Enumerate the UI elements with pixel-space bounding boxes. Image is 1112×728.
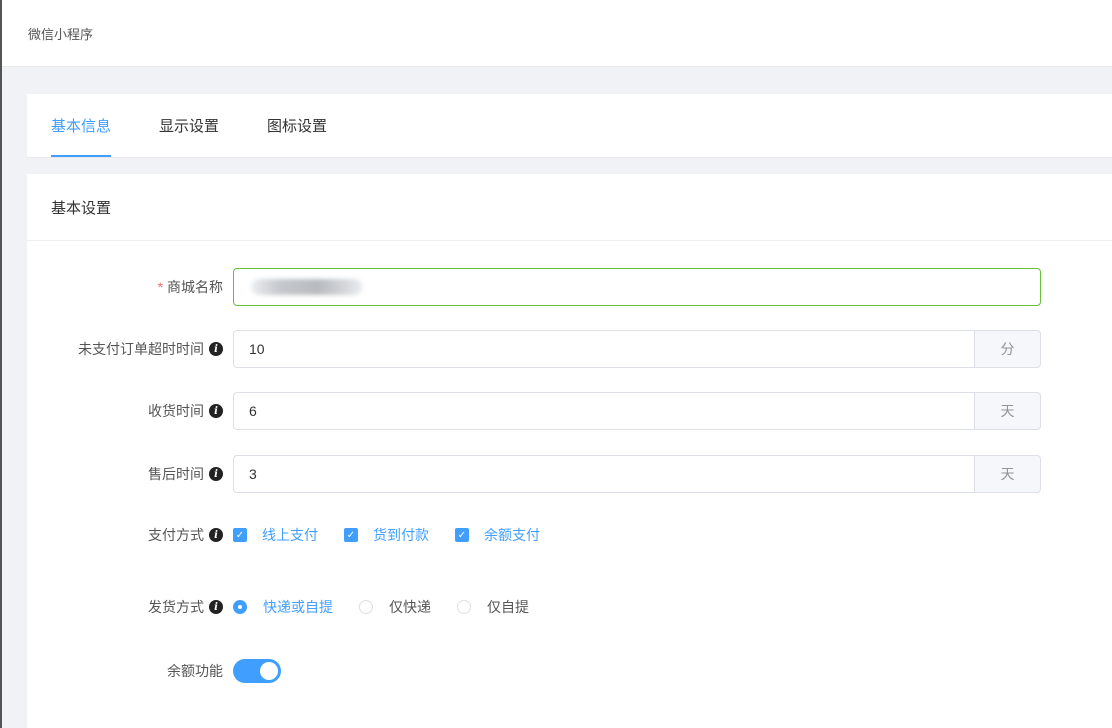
radio-label: 快递或自提	[263, 599, 333, 615]
info-icon[interactable]: i	[209, 528, 223, 542]
store-name-label: * 商城名称	[27, 277, 231, 297]
payment-method-label-text: 支付方式	[148, 527, 204, 543]
checkbox-label: 货到付款	[373, 527, 429, 543]
payment-method-row: 支付方式 i ✓ 线上支付 ✓ 货到付款 ✓ 余额支付	[27, 516, 1112, 554]
breadcrumb: 微信小程序	[2, 0, 1112, 67]
info-icon[interactable]: i	[209, 467, 223, 481]
payment-cod-checkbox[interactable]: ✓ 货到付款	[344, 525, 429, 545]
redacted-store-name	[251, 279, 363, 295]
checkbox-label: 余额支付	[484, 527, 540, 543]
info-icon[interactable]: i	[209, 342, 223, 356]
unit-suffix: 分	[975, 330, 1041, 368]
checkbox-label: 线上支付	[262, 527, 318, 543]
store-name-row: * 商城名称	[27, 268, 1112, 306]
unpaid-timeout-label: 未支付订单超时时间 i	[27, 339, 231, 359]
unit-suffix: 天	[975, 392, 1041, 430]
radio-label: 仅自提	[487, 599, 529, 615]
delivery-pickup-only-radio[interactable]: 仅自提	[457, 597, 529, 617]
balance-feature-label: 余额功能	[27, 661, 231, 681]
unpaid-timeout-label-text: 未支付订单超时时间	[78, 341, 204, 357]
balance-feature-label-text: 余额功能	[167, 663, 223, 679]
unpaid-timeout-input-wrap: 分	[233, 330, 1041, 368]
section-title: 基本设置	[27, 174, 1112, 241]
payment-online-checkbox[interactable]: ✓ 线上支付	[233, 525, 318, 545]
settings-form: 基本设置 * 商城名称 未支付订单超时时间 i 分	[27, 174, 1112, 728]
checkbox-checked-icon: ✓	[455, 528, 469, 542]
receive-time-row: 收货时间 i 天	[27, 392, 1112, 430]
payment-method-label: 支付方式 i	[27, 525, 231, 545]
receive-time-label-text: 收货时间	[148, 403, 204, 419]
delivery-method-label-text: 发货方式	[148, 599, 204, 615]
tab-display-settings[interactable]: 显示设置	[159, 94, 219, 157]
delivery-express-only-radio[interactable]: 仅快递	[359, 597, 431, 617]
info-icon[interactable]: i	[209, 404, 223, 418]
tab-basic-info[interactable]: 基本信息	[51, 94, 112, 157]
tab-bar: 基本信息 显示设置 图标设置	[27, 94, 1112, 158]
unit-suffix: 天	[975, 455, 1041, 493]
delivery-method-label: 发货方式 i	[27, 597, 231, 617]
switch-knob	[260, 662, 278, 680]
info-icon[interactable]: i	[209, 600, 223, 614]
delivery-express-or-pickup-radio[interactable]: 快递或自提	[233, 597, 333, 617]
payment-options: ✓ 线上支付 ✓ 货到付款 ✓ 余额支付	[233, 516, 566, 554]
main-content: 基本信息 显示设置 图标设置 基本设置 * 商城名称 未支付订单超时时间 i 1…	[27, 94, 1112, 728]
checkbox-checked-icon: ✓	[233, 528, 247, 542]
tab-icon-settings[interactable]: 图标设置	[267, 94, 327, 157]
radio-checked-icon	[233, 600, 247, 614]
radio-unchecked-icon	[359, 600, 373, 614]
store-name-label-text: 商城名称	[167, 279, 223, 295]
aftersale-time-label: 售后时间 i	[27, 464, 231, 484]
balance-feature-row: 余额功能	[27, 652, 1112, 690]
checkbox-checked-icon: ✓	[344, 528, 358, 542]
balance-toggle-switch[interactable]	[233, 659, 281, 683]
required-mark: *	[157, 279, 163, 295]
delivery-options: 快递或自提 仅快递 仅自提	[233, 588, 555, 626]
unpaid-timeout-row: 未支付订单超时时间 i 分	[27, 330, 1112, 368]
aftersale-time-input-wrap: 天	[233, 455, 1041, 493]
receive-time-label: 收货时间 i	[27, 401, 231, 421]
receive-time-input-wrap: 天	[233, 392, 1041, 430]
aftersale-time-row: 售后时间 i 天	[27, 455, 1112, 493]
receive-time-input[interactable]	[233, 392, 975, 430]
window-left-border	[0, 0, 2, 728]
radio-label: 仅快递	[389, 599, 431, 615]
breadcrumb-title: 微信小程序	[28, 26, 94, 42]
unpaid-timeout-input[interactable]	[233, 330, 975, 368]
radio-unchecked-icon	[457, 600, 471, 614]
payment-balance-checkbox[interactable]: ✓ 余额支付	[455, 525, 540, 545]
delivery-method-row: 发货方式 i 快递或自提 仅快递 仅自提	[27, 588, 1112, 626]
store-name-input-wrap	[233, 268, 1041, 306]
aftersale-time-input[interactable]	[233, 455, 975, 493]
aftersale-time-label-text: 售后时间	[148, 466, 204, 482]
